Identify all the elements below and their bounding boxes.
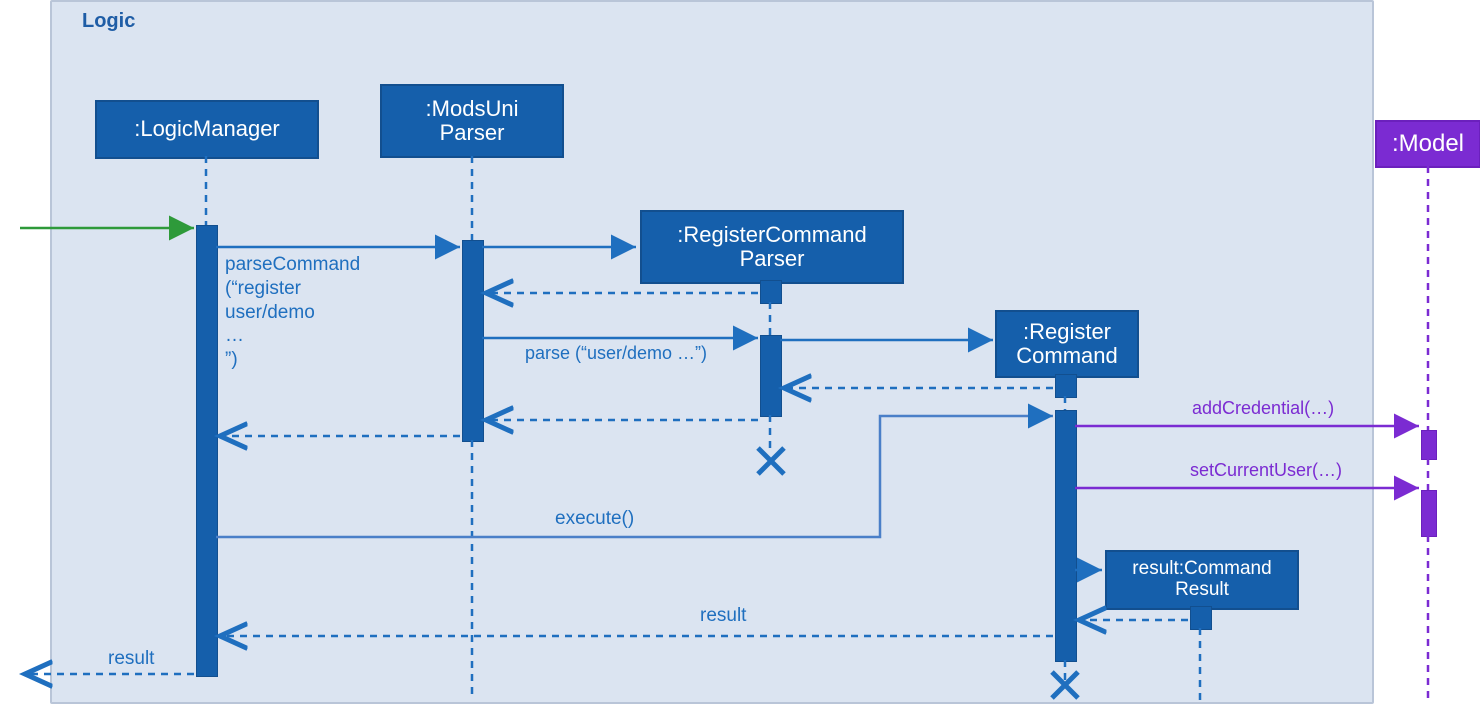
msg-parse-command: parseCommand (“register user/demo … ”) (225, 253, 360, 372)
sequence-diagram: Logic :LogicManager :ModsUni Parser :Reg… (0, 0, 1480, 709)
activation-rcp-2 (760, 335, 782, 417)
participant-label: :LogicManager (134, 117, 280, 141)
msg-execute: execute() (555, 508, 634, 530)
activation-rc-2 (1055, 410, 1077, 662)
msg-set-current-user: setCurrentUser(…) (1190, 460, 1342, 481)
participant-model: :Model (1375, 120, 1480, 168)
participant-label: :RegisterCommand Parser (677, 223, 867, 271)
msg-parse: parse (“user/demo …”) (525, 343, 707, 364)
activation-command-result (1190, 606, 1212, 630)
participant-logic-manager: :LogicManager (95, 100, 319, 159)
participant-label: :Model (1392, 131, 1464, 157)
activation-logic-manager (196, 225, 218, 677)
activation-rcp-1 (760, 280, 782, 304)
msg-add-credential: addCredential(…) (1192, 398, 1334, 419)
activation-model-1 (1421, 430, 1437, 460)
participant-modsuni-parser: :ModsUni Parser (380, 84, 564, 158)
participant-command-result: result:Command Result (1105, 550, 1299, 610)
participant-label: :ModsUni Parser (426, 97, 519, 145)
participant-label: result:Command Result (1132, 559, 1271, 601)
participant-register-command-parser: :RegisterCommand Parser (640, 210, 904, 284)
participant-label: :Register Command (1016, 320, 1117, 368)
activation-model-2 (1421, 490, 1437, 537)
msg-result: result (700, 605, 746, 627)
msg-result-out: result (108, 648, 154, 670)
activation-rc-1 (1055, 374, 1077, 398)
frame-label: Logic (82, 10, 135, 33)
participant-register-command: :Register Command (995, 310, 1139, 378)
activation-modsuni-parser (462, 240, 484, 442)
